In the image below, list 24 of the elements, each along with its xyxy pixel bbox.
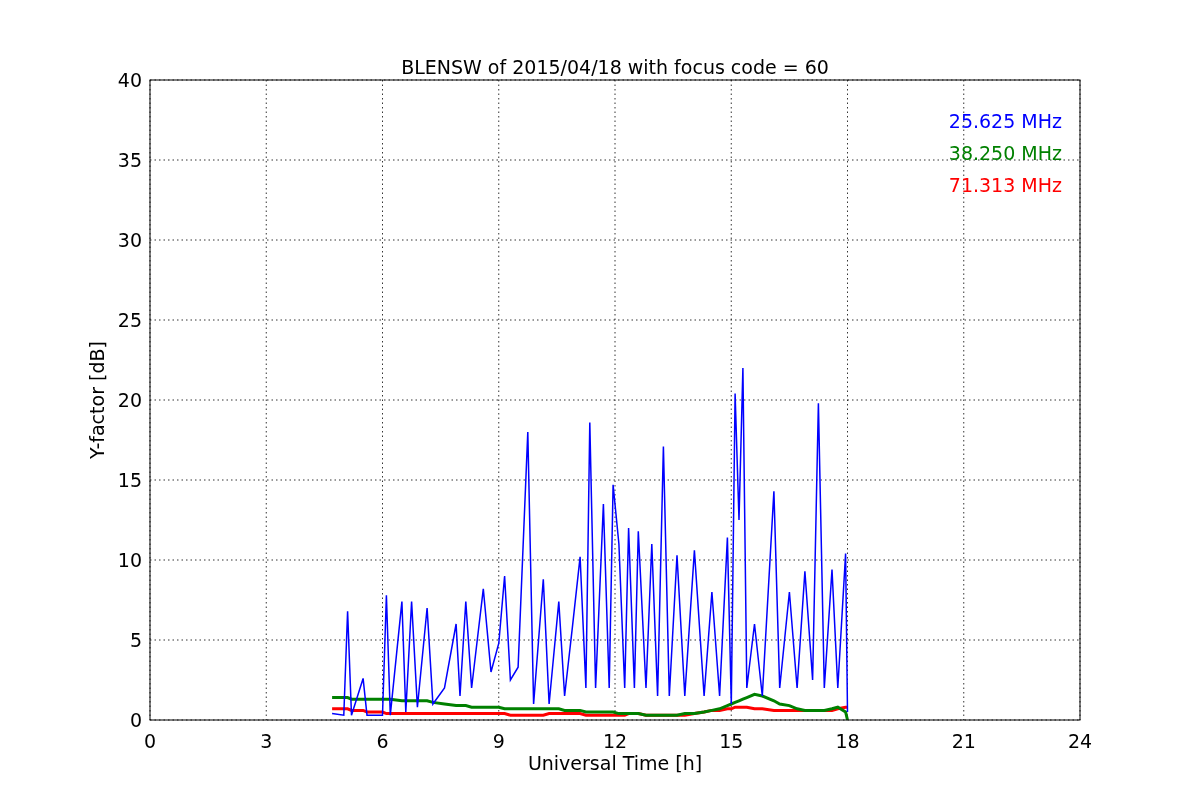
tick-label: 20 — [117, 389, 142, 411]
tick-label: 40 — [117, 69, 142, 91]
tick-label: 10 — [117, 549, 142, 571]
tick-label: 18 — [835, 730, 860, 752]
tick-label: 15 — [117, 469, 142, 491]
tick-label: 21 — [951, 730, 976, 752]
tick-label: 5 — [129, 629, 142, 651]
x-axis-title: Universal Time [h] — [527, 752, 703, 774]
tick-label: 35 — [117, 149, 142, 171]
chart-title: BLENSW of 2015/04/18 with focus code = 60 — [401, 56, 829, 78]
legend-label: 38.250 MHz — [948, 142, 1062, 164]
tick-label: 30 — [117, 229, 142, 251]
tick-label: 6 — [376, 730, 389, 752]
tick-label: 0 — [129, 709, 142, 731]
tick-label: 0 — [143, 730, 157, 752]
tick-label: 12 — [602, 730, 628, 752]
legend-label: 25.625 MHz — [948, 110, 1062, 132]
legend-label: 71.313 MHz — [948, 174, 1062, 196]
tick-label: 25 — [117, 309, 142, 331]
tick-label: 9 — [492, 730, 505, 752]
tick-label: 24 — [1067, 730, 1093, 752]
tick-label: 3 — [260, 730, 273, 752]
tick-label: 15 — [719, 730, 744, 752]
y-axis-title: Y-factor [dB] — [86, 341, 108, 459]
